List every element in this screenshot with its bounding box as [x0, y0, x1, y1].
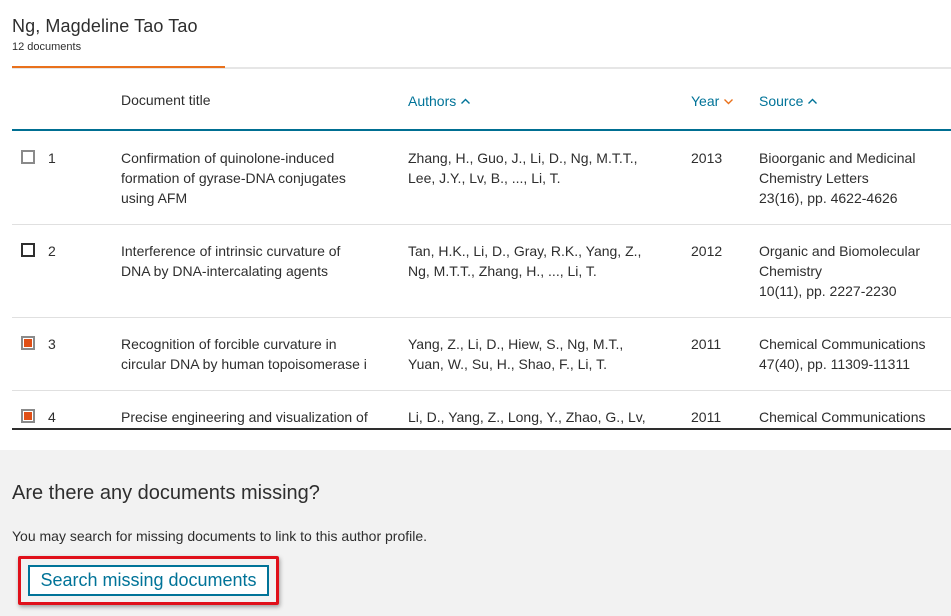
source-line: Chemistry: [759, 263, 823, 279]
document-count: 12 documents: [12, 41, 82, 53]
document-source: Chemical Communications: [759, 407, 951, 427]
document-title-link[interactable]: Interference of intrinsic curvature of D…: [121, 241, 389, 281]
table-row: 3 Recognition of forcible curvature in c…: [12, 318, 951, 391]
search-missing-documents-button[interactable]: Search missing documents: [28, 565, 269, 596]
document-title-line: formation of gyrase-DNA conjugates: [121, 170, 346, 186]
row-checkbox[interactable]: [21, 243, 35, 257]
row-number: 3: [48, 336, 56, 352]
document-authors: Zhang, H., Guo, J., Li, D., Ng, M.T.T., …: [408, 148, 668, 188]
document-title-line: using AFM: [121, 190, 188, 206]
document-title-line: Recognition of forcible curvature in: [121, 336, 337, 352]
column-header-year-label: Year: [691, 93, 720, 109]
document-year: 2012: [691, 243, 723, 259]
document-year: 2013: [691, 150, 723, 166]
chevron-up-icon: [808, 98, 818, 104]
row-checkbox[interactable]: [21, 150, 35, 164]
missing-documents-description: You may search for missing documents to …: [12, 528, 428, 544]
authors-line: Ng, M.T.T., Zhang, H., ..., Li, T.: [408, 263, 597, 279]
row-checkbox[interactable]: [21, 336, 35, 350]
table-row: 4 Precise engineering and visualization …: [12, 391, 951, 428]
source-line: Chemical Communications: [759, 409, 926, 425]
authors-line: Lee, J.Y., Lv, B., ..., Li, T.: [408, 170, 561, 186]
document-title-link[interactable]: Confirmation of quinolone-induced format…: [121, 148, 389, 208]
source-line: Chemistry Letters: [759, 170, 869, 186]
document-title-line: Confirmation of quinolone-induced: [121, 150, 335, 166]
authors-line: Tan, H.K., Li, D., Gray, R.K., Yang, Z.,: [408, 243, 642, 259]
document-authors: Tan, H.K., Li, D., Gray, R.K., Yang, Z.,…: [408, 241, 668, 281]
column-header-year[interactable]: Year: [691, 93, 734, 109]
row-number: 1: [48, 150, 56, 166]
column-header-authors[interactable]: Authors: [408, 93, 471, 109]
source-line: Chemical Communications: [759, 336, 926, 352]
document-authors: Yang, Z., Li, D., Hiew, S., Ng, M.T., Yu…: [408, 334, 668, 374]
column-header-source[interactable]: Source: [759, 93, 818, 109]
chevron-up-icon: [461, 98, 471, 104]
documents-table-body: 1 Confirmation of quinolone-induced form…: [12, 131, 951, 430]
document-source: Chemical Communications 47(40), pp. 1130…: [759, 334, 951, 374]
document-source: Organic and Biomolecular Chemistry 10(11…: [759, 241, 951, 301]
table-row: 1 Confirmation of quinolone-induced form…: [12, 131, 951, 225]
document-title-link[interactable]: Precise engineering and visualization of: [121, 407, 389, 427]
active-tab-underline: [12, 66, 225, 68]
author-name: Ng, Magdeline Tao Tao: [12, 16, 198, 36]
document-title-line: DNA by DNA-intercalating agents: [121, 263, 328, 279]
document-title-line: Precise engineering and visualization of: [121, 409, 368, 425]
document-title-line: circular DNA by human topoisomerase i: [121, 356, 367, 372]
authors-line: Yuan, W., Su, H., Shao, F., Li, T.: [408, 356, 607, 372]
missing-documents-heading: Are there any documents missing?: [12, 482, 320, 504]
document-title-link[interactable]: Recognition of forcible curvature in cir…: [121, 334, 389, 374]
document-year: 2011: [691, 336, 722, 352]
document-authors: Li, D., Yang, Z., Long, Y., Zhao, G., Lv…: [408, 407, 668, 427]
column-header-source-label: Source: [759, 93, 804, 109]
source-line: 23(16), pp. 4622-4626: [759, 190, 898, 206]
column-header-authors-label: Authors: [408, 93, 457, 109]
document-year: 2011: [691, 409, 722, 425]
source-line: 47(40), pp. 11309-11311: [759, 356, 911, 372]
document-title-line: Interference of intrinsic curvature of: [121, 243, 341, 259]
column-header-title: Document title: [121, 92, 211, 108]
chevron-down-icon: [724, 98, 734, 104]
row-number: 4: [48, 409, 56, 425]
authors-line: Li, D., Yang, Z., Long, Y., Zhao, G., Lv…: [408, 409, 646, 425]
source-line: 10(11), pp. 2227-2230: [759, 283, 897, 299]
row-checkbox[interactable]: [21, 409, 35, 423]
document-source: Bioorganic and Medicinal Chemistry Lette…: [759, 148, 951, 208]
row-number: 2: [48, 243, 56, 259]
table-row: 2 Interference of intrinsic curvature of…: [12, 225, 951, 318]
source-line: Bioorganic and Medicinal: [759, 150, 916, 166]
authors-line: Zhang, H., Guo, J., Li, D., Ng, M.T.T.,: [408, 150, 638, 166]
source-line: Organic and Biomolecular: [759, 243, 921, 259]
author-documents-panel: Ng, Magdeline Tao Tao 12 documents Docum…: [0, 0, 951, 450]
authors-line: Yang, Z., Li, D., Hiew, S., Ng, M.T.,: [408, 336, 624, 352]
